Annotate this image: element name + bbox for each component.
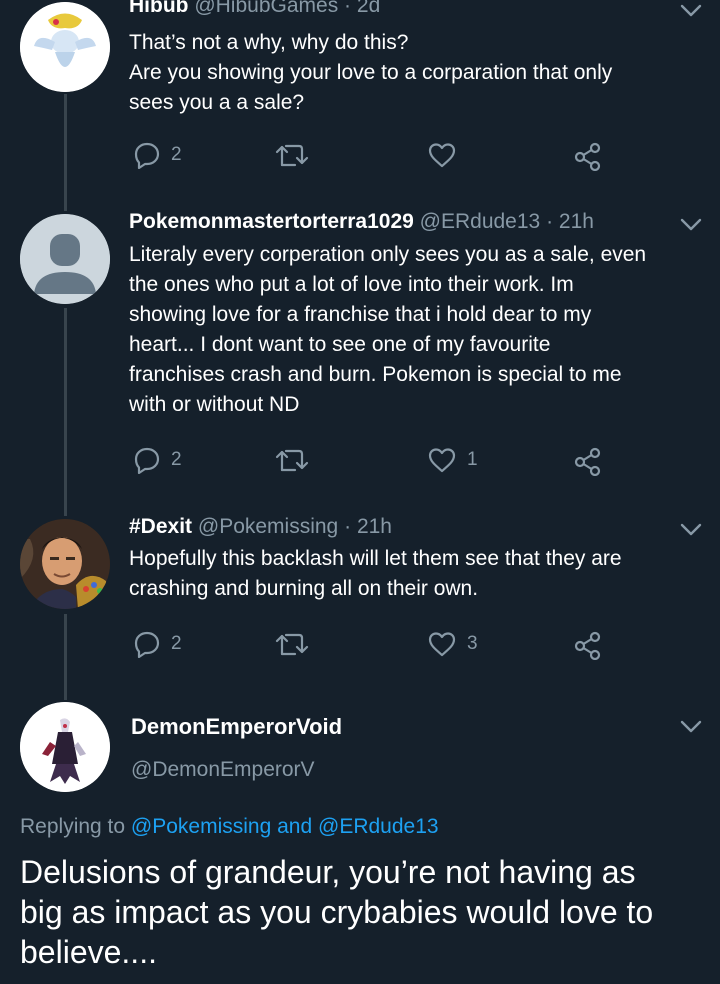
replying-link[interactable]: @ERdude13 (318, 815, 439, 838)
replying-to: Replying to @Pokemissing and @ERdude13 (20, 815, 439, 839)
featured-tweet[interactable]: DemonEmperorVoid @DemonEmperorV Replying… (0, 0, 720, 984)
tweet-text-line: believe.... (20, 934, 157, 970)
featured-display-name[interactable]: DemonEmperorVoid (131, 714, 342, 740)
chevron-down-icon[interactable] (680, 720, 702, 734)
featured-handle[interactable]: @DemonEmperorV (131, 758, 315, 782)
replying-link[interactable]: @Pokemissing (131, 815, 271, 838)
replying-and[interactable]: and (277, 815, 312, 838)
tweet-thread: Hibub @HibubGames · 2d That’s not a why,… (0, 0, 720, 984)
replying-prefix: Replying to (20, 815, 126, 838)
avatar[interactable] (20, 702, 110, 792)
tweet-text-line: Delusions of grandeur, you’re not having… (20, 854, 636, 890)
featured-tweet-text: Delusions of grandeur, you’re not having… (20, 852, 710, 972)
tweet-text-line: big as impact as you crybabies would lov… (20, 894, 654, 930)
